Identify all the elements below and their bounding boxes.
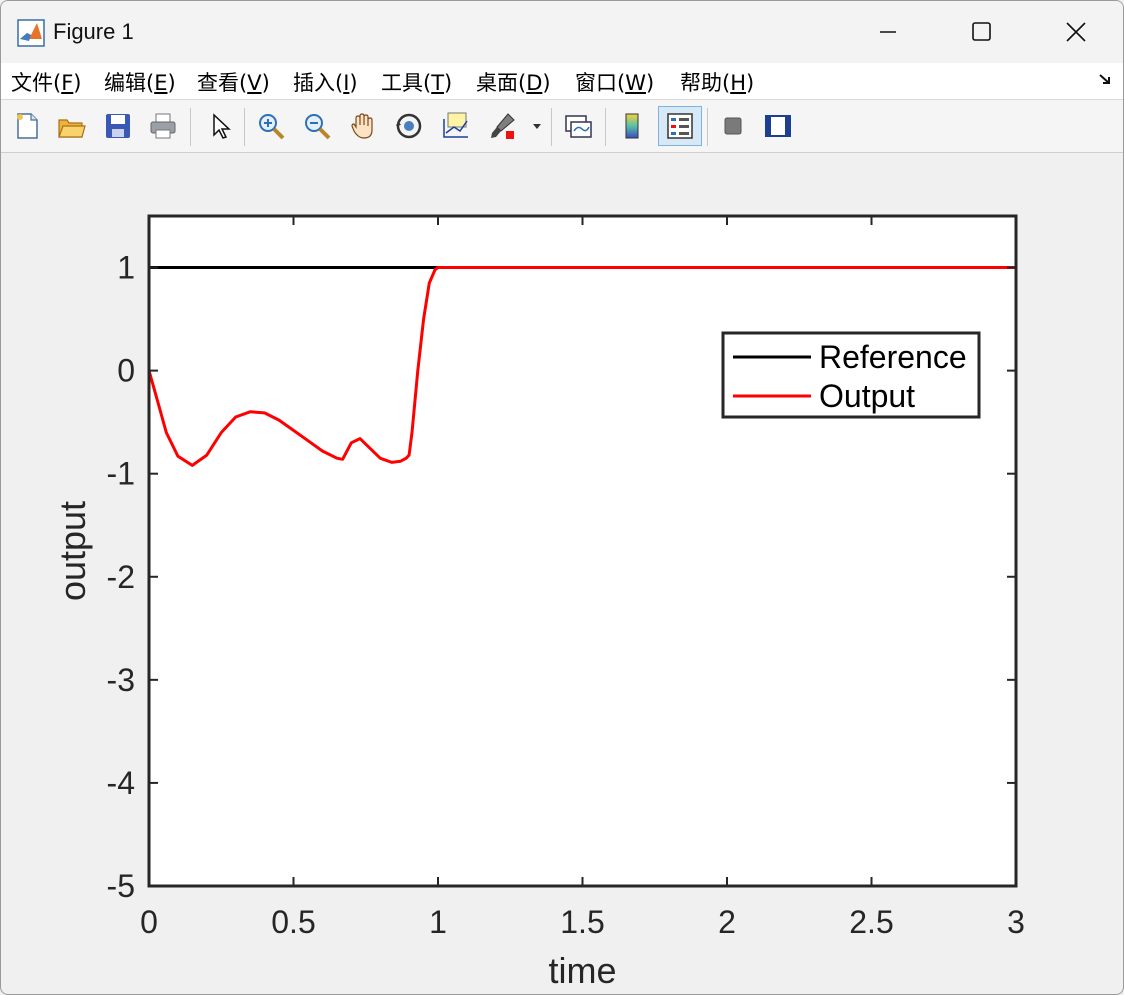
- y-tick-label: -1: [107, 456, 135, 492]
- x-axis-label: time: [548, 950, 616, 991]
- figure-window: Figure 1 文件(F) 编辑(E) 查看(V) 插入(I) 工具(T) 桌…: [0, 0, 1124, 995]
- legend-label-output: Output: [819, 378, 915, 414]
- y-tick-label: 1: [117, 250, 135, 286]
- x-tick-label: 0: [140, 904, 158, 940]
- x-tick-label: 1: [429, 904, 447, 940]
- figure-canvas[interactable]: 0 0.5 1 1.5 2 2.5 3 1 0 -1 -2 -3 -4 -5 time output Refer…: [1, 1, 1123, 994]
- y-tick-label: -4: [107, 765, 135, 801]
- x-tick-label: 2.5: [849, 904, 893, 940]
- x-tick-label: 3: [1007, 904, 1025, 940]
- y-tick-label: 0: [117, 353, 135, 389]
- axes-background[interactable]: [149, 216, 1016, 886]
- y-tick-label: -2: [107, 559, 135, 595]
- y-tick-label: -5: [107, 868, 135, 904]
- y-axis-label: output: [52, 501, 93, 601]
- x-tick-label: 1.5: [560, 904, 604, 940]
- x-tick-label: 0.5: [271, 904, 315, 940]
- y-tick-label: -3: [107, 662, 135, 698]
- x-tick-label: 2: [718, 904, 736, 940]
- legend-label-reference: Reference: [819, 339, 967, 375]
